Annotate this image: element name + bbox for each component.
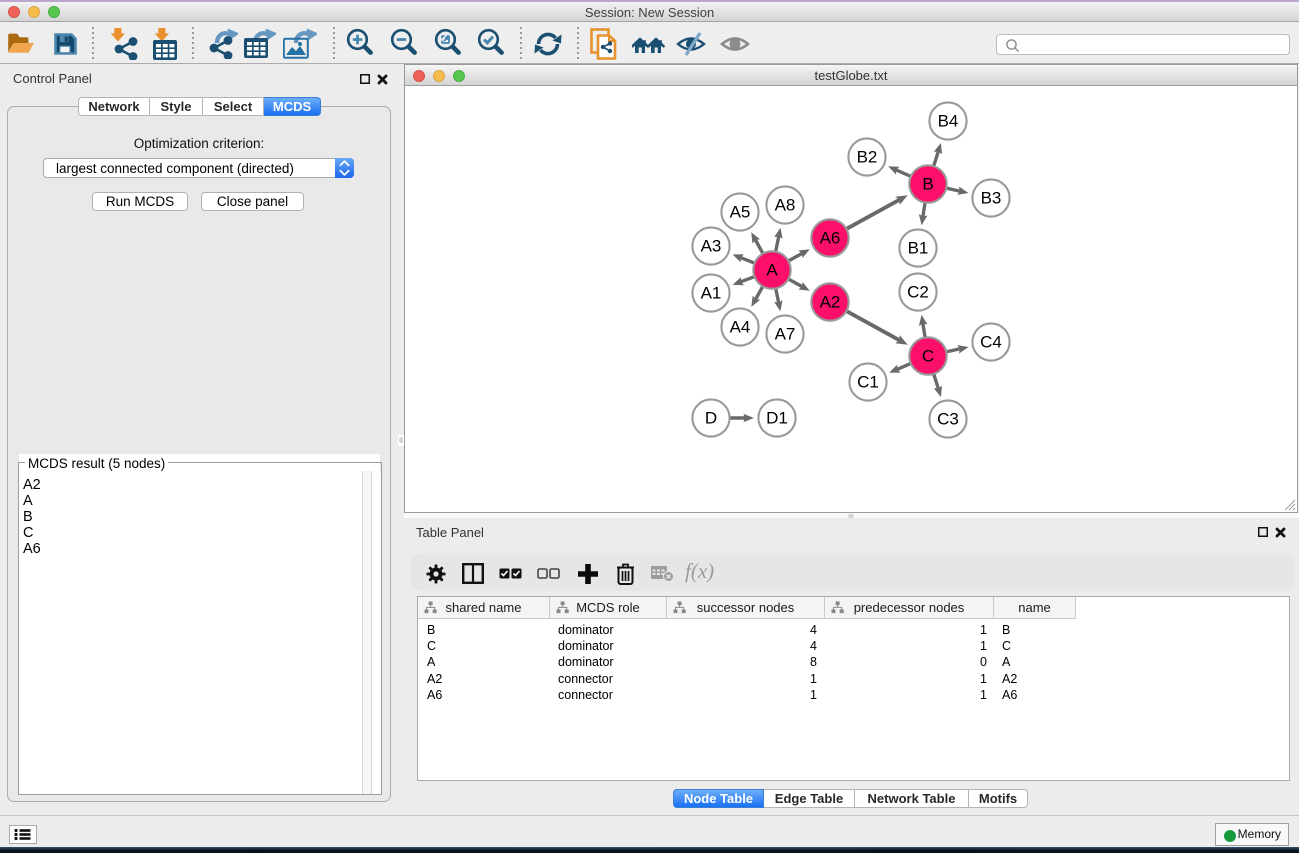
svg-text:A8: A8 bbox=[775, 196, 796, 215]
svg-text:A5: A5 bbox=[730, 203, 751, 222]
svg-text:C2: C2 bbox=[907, 283, 929, 302]
svg-text:A1: A1 bbox=[701, 284, 722, 303]
svg-text:A3: A3 bbox=[701, 237, 722, 256]
svg-text:B4: B4 bbox=[938, 112, 959, 131]
svg-text:B1: B1 bbox=[908, 239, 929, 258]
svg-text:C3: C3 bbox=[937, 410, 959, 429]
svg-text:B2: B2 bbox=[857, 148, 878, 167]
svg-text:A4: A4 bbox=[730, 318, 751, 337]
svg-text:A7: A7 bbox=[775, 325, 796, 344]
svg-text:D1: D1 bbox=[766, 409, 788, 428]
svg-text:C: C bbox=[922, 347, 934, 366]
svg-text:B3: B3 bbox=[981, 189, 1002, 208]
svg-text:D: D bbox=[705, 409, 717, 428]
svg-text:B: B bbox=[922, 175, 933, 194]
svg-text:C1: C1 bbox=[857, 373, 879, 392]
svg-text:A: A bbox=[766, 261, 778, 280]
svg-text:A6: A6 bbox=[820, 229, 841, 248]
svg-text:A2: A2 bbox=[820, 293, 841, 312]
svg-text:C4: C4 bbox=[980, 333, 1002, 352]
